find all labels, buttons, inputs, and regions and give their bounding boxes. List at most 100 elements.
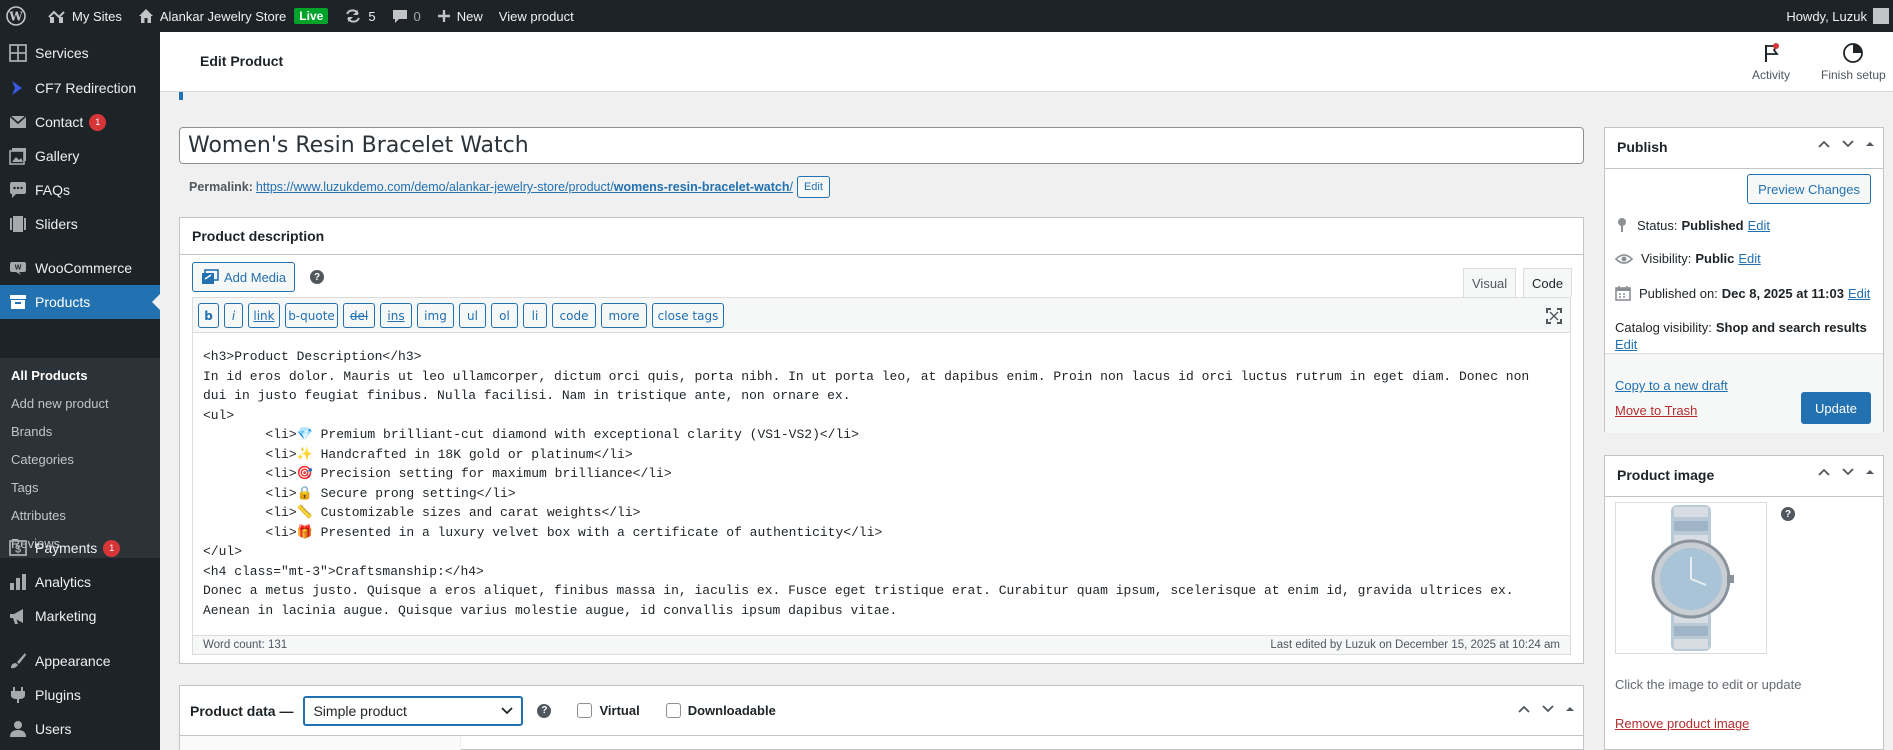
sidebar-item-appearance[interactable]: Appearance <box>0 644 160 678</box>
qt-link-button[interactable]: link <box>248 303 280 328</box>
qt-more-button[interactable]: more <box>601 303 647 328</box>
permalink-link[interactable]: https://www.luzukdemo.com/demo/alankar-j… <box>256 180 793 194</box>
sidebar-item-plugins[interactable]: Plugins <box>0 678 160 712</box>
gallery-icon <box>9 148 26 165</box>
user-icon <box>10 721 26 737</box>
svg-text:W: W <box>8 10 23 24</box>
activity-button[interactable]: Activity <box>1752 42 1790 82</box>
redirect-icon <box>12 81 22 95</box>
chevron-down-icon[interactable] <box>1841 467 1855 477</box>
permalink-edit-button[interactable]: Edit <box>796 176 830 198</box>
comments-menu[interactable]: 0 <box>384 0 429 32</box>
qt-del-button[interactable]: del <box>343 303 375 328</box>
sidebar-item-payments[interactable]: $ Payments 1 <box>0 531 160 565</box>
product-image-thumbnail[interactable] <box>1615 502 1767 654</box>
product-image-box-controls <box>1817 467 1875 477</box>
visibility-edit-link[interactable]: Edit <box>1738 251 1760 266</box>
new-content-menu[interactable]: New <box>429 0 491 32</box>
qt-img-button[interactable]: img <box>417 303 454 328</box>
publish-box-divider <box>1605 168 1883 169</box>
sidebar-item-contact[interactable]: Contact 1 <box>0 105 160 139</box>
move-to-trash-link[interactable]: Move to Trash <box>1615 403 1697 418</box>
product-title-input[interactable] <box>179 127 1584 164</box>
qt-ul-button[interactable]: ul <box>459 303 486 328</box>
add-media-button[interactable]: Add Media <box>192 262 296 292</box>
sidebar-item-analytics[interactable]: Analytics <box>0 565 160 599</box>
virtual-label: Virtual <box>599 703 640 718</box>
chevron-up-icon[interactable] <box>1517 704 1531 714</box>
my-account-menu[interactable]: Howdy, Luzuk <box>1786 0 1893 32</box>
notice-accent-strip <box>179 92 183 100</box>
submenu-attributes[interactable]: Attributes <box>11 508 66 523</box>
downloadable-checkbox[interactable] <box>665 703 681 718</box>
remove-product-image-link[interactable]: Remove product image <box>1615 716 1749 731</box>
caret-up-icon[interactable] <box>1865 139 1875 149</box>
update-button[interactable]: Update <box>1801 392 1871 424</box>
qt-ins-button[interactable]: ins <box>380 303 412 328</box>
tab-code[interactable]: Code <box>1523 268 1573 297</box>
status-row: Status: Published Edit <box>1615 217 1770 233</box>
howdy-label: Howdy, Luzuk <box>1786 8 1867 24</box>
sidebar-item-label: Analytics <box>35 574 92 590</box>
sidebar-item-products[interactable]: Products <box>0 285 160 319</box>
qt-li-button[interactable]: li <box>523 303 547 328</box>
site-name-menu[interactable]: Alankar Jewelry Store Live <box>130 0 336 32</box>
chevron-down-icon[interactable] <box>1841 139 1855 149</box>
virtual-checkbox[interactable] <box>577 703 593 718</box>
fullscreen-icon[interactable] <box>1546 308 1562 324</box>
qt-italic-button[interactable]: i <box>224 303 243 328</box>
sidebar-item-gallery[interactable]: Gallery <box>0 139 160 173</box>
product-type-select[interactable]: Simple product <box>303 695 524 726</box>
sidebar-item-label: Sliders <box>35 216 78 232</box>
submenu-add-new-product[interactable]: Add new product <box>11 396 109 411</box>
avatar <box>1873 8 1889 24</box>
chevron-up-icon[interactable] <box>1817 467 1831 477</box>
view-product-link[interactable]: View product <box>491 0 582 32</box>
downloadable-label: Downloadable <box>687 703 776 718</box>
wordpress-logo-icon[interactable]: W <box>0 0 40 32</box>
tab-visual[interactable]: Visual <box>1463 268 1517 297</box>
published-edit-link[interactable]: Edit <box>1848 286 1870 301</box>
virtual-checkbox-row[interactable]: Virtual <box>577 703 640 718</box>
qt-bold-button[interactable]: b <box>198 303 219 328</box>
qt-close-tags-button[interactable]: close tags <box>652 303 724 328</box>
status-edit-link[interactable]: Edit <box>1748 218 1770 233</box>
copy-to-draft-link[interactable]: Copy to a new draft <box>1615 378 1728 393</box>
sidebar-item-woocommerce[interactable]: W WooCommerce <box>0 251 160 285</box>
permalink-label: Permalink: <box>189 180 253 194</box>
submenu-all-products[interactable]: All Products <box>11 368 88 383</box>
chevron-up-icon[interactable] <box>1817 139 1831 149</box>
plus-icon <box>437 10 450 22</box>
submenu-tags[interactable]: Tags <box>11 480 38 495</box>
submenu-brands[interactable]: Brands <box>11 424 52 439</box>
archive-icon <box>10 295 26 309</box>
catalog-visibility-value: Shop and search results <box>1715 320 1867 335</box>
product-type-help-icon[interactable]: ? <box>537 703 552 718</box>
comments-count: 0 <box>413 8 421 24</box>
downloadable-checkbox-row[interactable]: Downloadable <box>665 703 776 718</box>
sidebar-item-sliders[interactable]: Sliders <box>0 207 160 241</box>
finish-setup-button[interactable]: Finish setup <box>1821 42 1886 82</box>
payments-count-badge: 1 <box>103 539 121 557</box>
admin-sidebar: Services CF7 Redirection Contact 1 Galle… <box>0 32 160 750</box>
caret-up-icon[interactable] <box>1865 467 1875 477</box>
sidebar-item-faqs[interactable]: FAQs <box>0 173 160 207</box>
caret-up-icon[interactable] <box>1565 704 1575 714</box>
help-icon[interactable]: ? <box>310 270 324 284</box>
preview-changes-button[interactable]: Preview Changes <box>1747 174 1871 204</box>
qt-bquote-button[interactable]: b-quote <box>285 303 338 328</box>
catalog-visibility-edit-link[interactable]: Edit <box>1615 337 1637 352</box>
qt-code-button[interactable]: code <box>552 303 596 328</box>
product-image-help-icon[interactable]: ? <box>1781 507 1795 521</box>
sidebar-item-users[interactable]: Users <box>0 712 160 746</box>
my-sites-menu[interactable]: My Sites <box>40 0 130 32</box>
qt-ol-button[interactable]: ol <box>491 303 518 328</box>
code-editor-textarea[interactable]: <h3>Product Description</h3> In id eros … <box>192 333 1571 635</box>
sidebar-item-marketing[interactable]: Marketing <box>0 599 160 633</box>
sidebar-item-services[interactable]: Services <box>0 36 160 70</box>
chevron-down-icon[interactable] <box>1541 704 1555 714</box>
svg-text:W: W <box>15 265 22 272</box>
updates-menu[interactable]: 5 <box>336 0 383 32</box>
submenu-categories[interactable]: Categories <box>11 452 74 467</box>
sidebar-item-cf7-redirection[interactable]: CF7 Redirection <box>0 71 160 105</box>
